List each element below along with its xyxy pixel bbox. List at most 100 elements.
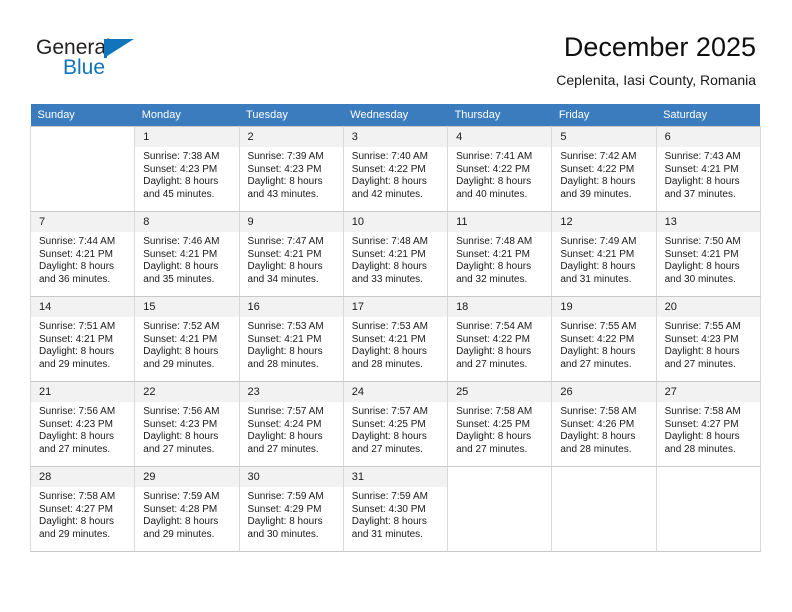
day-cell-13[interactable]: 13 Sunrise: 7:50 AM Sunset: 4:21 PM Dayl… [655,211,761,297]
day-cell-24[interactable]: 24 Sunrise: 7:57 AM Sunset: 4:25 PM Dayl… [342,381,449,467]
day-cell-28[interactable]: 28 Sunrise: 7:58 AM Sunset: 4:27 PM Dayl… [29,466,136,552]
day-number: 29 [135,467,239,487]
day-cell-15[interactable]: 15 Sunrise: 7:52 AM Sunset: 4:21 PM Dayl… [134,296,240,382]
day-cell-18[interactable]: 18 Sunrise: 7:54 AM Sunset: 4:22 PM Dayl… [447,296,553,382]
day-cell-10[interactable]: 10 Sunrise: 7:48 AM Sunset: 4:21 PM Dayl… [342,211,449,297]
day-cell-21[interactable]: 21 Sunrise: 7:56 AM Sunset: 4:23 PM Dayl… [29,381,136,467]
day-cell-3[interactable]: 3 Sunrise: 7:40 AM Sunset: 4:22 PM Dayli… [342,126,449,212]
daylight-text-line1: Daylight: 8 hours [664,431,740,443]
day-cell-31[interactable]: 31 Sunrise: 7:59 AM Sunset: 4:30 PM Dayl… [342,466,449,552]
page-title: December 2025 [563,32,756,62]
day-cell-9[interactable]: 9 Sunrise: 7:47 AM Sunset: 4:21 PM Dayli… [238,211,344,297]
day-cell-16[interactable]: 16 Sunrise: 7:53 AM Sunset: 4:21 PM Dayl… [238,296,344,382]
day-details: Sunrise: 7:59 AM Sunset: 4:28 PM Dayligh… [135,487,238,541]
day-details: Sunrise: 7:43 AM Sunset: 4:21 PM Dayligh… [657,147,760,201]
day-cell-17[interactable]: 17 Sunrise: 7:53 AM Sunset: 4:21 PM Dayl… [342,296,449,382]
daylight-text-line1: Daylight: 8 hours [247,346,323,358]
day-number: 7 [31,212,135,232]
day-details: Sunrise: 7:54 AM Sunset: 4:22 PM Dayligh… [448,317,551,371]
sunrise-text: Sunrise: 7:58 AM [664,406,741,417]
day-cell-29[interactable]: 29 Sunrise: 7:59 AM Sunset: 4:28 PM Dayl… [134,466,240,552]
brand-logo[interactable]: General Blue [36,36,266,88]
day-cell-25[interactable]: 25 Sunrise: 7:58 AM Sunset: 4:25 PM Dayl… [447,381,553,467]
day-details: Sunrise: 7:48 AM Sunset: 4:21 PM Dayligh… [448,232,551,286]
sunrise-text: Sunrise: 7:39 AM [247,151,324,162]
daylight-text-line1: Daylight: 8 hours [39,516,115,528]
day-number: 23 [239,382,343,402]
day-number: 8 [135,212,239,232]
day-details: Sunrise: 7:50 AM Sunset: 4:21 PM Dayligh… [657,232,760,286]
daylight-text-line2: and 27 minutes. [39,443,111,455]
day-cell-empty [447,466,553,552]
calendar-table: Sunday Monday Tuesday Wednesday Thursday… [29,104,761,552]
daylight-text-line1: Daylight: 8 hours [247,176,323,188]
day-cell-6[interactable]: 6 Sunrise: 7:43 AM Sunset: 4:21 PM Dayli… [655,126,761,212]
daylight-text-line1: Daylight: 8 hours [143,261,219,273]
sunrise-text: Sunrise: 7:57 AM [247,406,324,417]
sunrise-text: Sunrise: 7:53 AM [351,321,428,332]
day-cell-30[interactable]: 30 Sunrise: 7:59 AM Sunset: 4:29 PM Dayl… [238,466,344,552]
day-cell-23[interactable]: 23 Sunrise: 7:57 AM Sunset: 4:24 PM Dayl… [238,381,344,467]
day-cell-11[interactable]: 11 Sunrise: 7:48 AM Sunset: 4:21 PM Dayl… [447,211,553,297]
daylight-text-line1: Daylight: 8 hours [351,176,427,188]
weekday-header-wednesday: Wednesday [343,104,448,127]
sunset-text: Sunset: 4:21 PM [664,248,739,260]
daylight-text-line2: and 29 minutes. [143,528,215,540]
day-cell-1[interactable]: 1 Sunrise: 7:38 AM Sunset: 4:23 PM Dayli… [134,126,240,212]
daylight-text-line1: Daylight: 8 hours [351,261,427,273]
sunrise-text: Sunrise: 7:44 AM [39,236,116,247]
daylight-text-line2: and 31 minutes. [560,273,632,285]
day-number: 9 [239,212,343,232]
day-cell-26[interactable]: 26 Sunrise: 7:58 AM Sunset: 4:26 PM Dayl… [551,381,657,467]
daylight-text-line1: Daylight: 8 hours [456,346,532,358]
sunrise-text: Sunrise: 7:41 AM [456,151,533,162]
day-cell-19[interactable]: 19 Sunrise: 7:55 AM Sunset: 4:22 PM Dayl… [551,296,657,382]
daylight-text-line2: and 28 minutes. [351,358,423,370]
daylight-text-line2: and 27 minutes. [247,443,319,455]
sunrise-text: Sunrise: 7:51 AM [39,321,116,332]
sunrise-text: Sunrise: 7:49 AM [560,236,637,247]
day-details: Sunrise: 7:59 AM Sunset: 4:29 PM Dayligh… [240,487,343,541]
sunrise-text: Sunrise: 7:57 AM [351,406,428,417]
day-cell-20[interactable]: 20 Sunrise: 7:55 AM Sunset: 4:23 PM Dayl… [655,296,761,382]
day-cell-22[interactable]: 22 Sunrise: 7:56 AM Sunset: 4:23 PM Dayl… [134,381,240,467]
day-number: 27 [656,382,760,402]
daylight-text-line1: Daylight: 8 hours [143,516,219,528]
day-cell-27[interactable]: 27 Sunrise: 7:58 AM Sunset: 4:27 PM Dayl… [655,381,761,467]
weekday-header-tuesday: Tuesday [239,104,344,127]
day-cell-4[interactable]: 4 Sunrise: 7:41 AM Sunset: 4:22 PM Dayli… [447,126,553,212]
sunset-text: Sunset: 4:27 PM [664,418,739,430]
daylight-text-line2: and 35 minutes. [143,273,215,285]
daylight-text-line2: and 37 minutes. [664,188,736,200]
daylight-text-line2: and 27 minutes. [560,358,632,370]
daylight-text-line2: and 39 minutes. [560,188,632,200]
day-cell-empty [551,466,657,552]
day-cell-2[interactable]: 2 Sunrise: 7:39 AM Sunset: 4:23 PM Dayli… [238,126,344,212]
daylight-text-line1: Daylight: 8 hours [39,431,115,443]
sunset-text: Sunset: 4:21 PM [664,163,739,175]
sunrise-text: Sunrise: 7:46 AM [143,236,220,247]
sunrise-text: Sunrise: 7:58 AM [39,491,116,502]
sunset-text: Sunset: 4:27 PM [39,503,113,515]
weekday-header-saturday: Saturday [656,104,761,127]
day-number: 17 [343,297,448,317]
day-cell-8[interactable]: 8 Sunrise: 7:46 AM Sunset: 4:21 PM Dayli… [134,211,240,297]
day-cell-7[interactable]: 7 Sunrise: 7:44 AM Sunset: 4:21 PM Dayli… [29,211,136,297]
brand-name-blue: Blue [63,56,106,79]
sunrise-text: Sunrise: 7:53 AM [247,321,324,332]
day-number: 5 [552,127,656,147]
day-cell-empty [29,126,136,212]
weekday-header-friday: Friday [551,104,657,127]
day-cell-5[interactable]: 5 Sunrise: 7:42 AM Sunset: 4:22 PM Dayli… [551,126,657,212]
day-details: Sunrise: 7:58 AM Sunset: 4:27 PM Dayligh… [31,487,134,541]
day-cell-14[interactable]: 14 Sunrise: 7:51 AM Sunset: 4:21 PM Dayl… [29,296,136,382]
day-number: 19 [552,297,656,317]
calendar-week-row: 1 Sunrise: 7:38 AM Sunset: 4:23 PM Dayli… [29,126,761,212]
day-details: Sunrise: 7:57 AM Sunset: 4:24 PM Dayligh… [240,402,343,456]
calendar-body: 1 Sunrise: 7:38 AM Sunset: 4:23 PM Dayli… [29,126,761,552]
day-cell-empty [655,466,761,552]
day-details: Sunrise: 7:47 AM Sunset: 4:21 PM Dayligh… [240,232,343,286]
day-cell-12[interactable]: 12 Sunrise: 7:49 AM Sunset: 4:21 PM Dayl… [551,211,657,297]
day-number: 4 [448,127,552,147]
day-details: Sunrise: 7:46 AM Sunset: 4:21 PM Dayligh… [135,232,238,286]
